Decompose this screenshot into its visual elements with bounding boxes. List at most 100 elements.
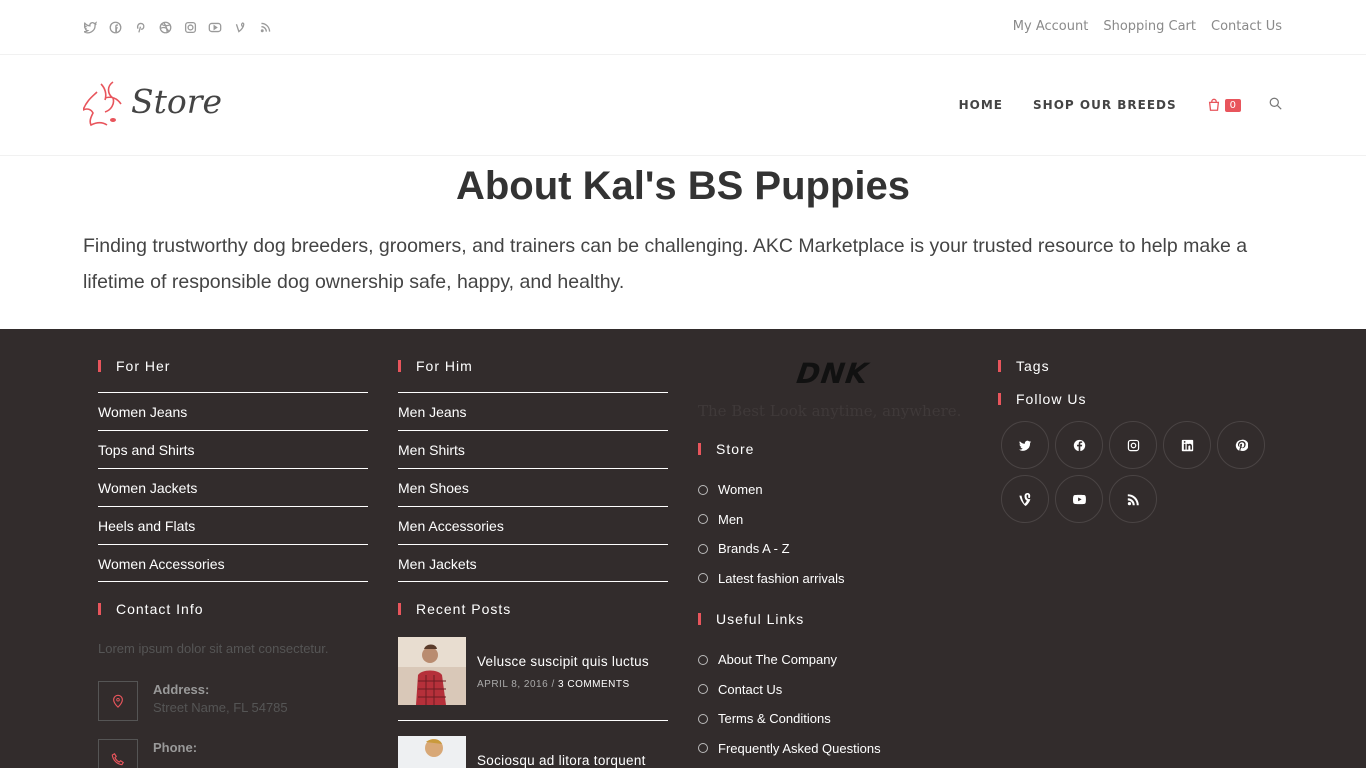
vine-icon[interactable] <box>233 20 247 34</box>
facebook-icon[interactable] <box>108 20 122 34</box>
twitter-icon[interactable] <box>83 20 97 34</box>
brand-tagline: The Best Look anytime, anywhere. <box>698 402 962 420</box>
circle-icon <box>698 543 708 554</box>
for-him-title: For Him <box>398 357 668 375</box>
post-meta: APRIL 8, 2016 / 3 COMMENTS <box>477 679 649 690</box>
list-item[interactable]: Men Jeans <box>398 392 668 430</box>
store-link[interactable]: Women <box>698 475 968 505</box>
contact-phone: Phone: <box>98 739 368 768</box>
useful-link[interactable]: Frequently Asked Questions <box>698 734 968 764</box>
contact-address: Address: Street Name, FL 54785 <box>98 681 368 721</box>
footer-col-4: Tags Follow Us <box>998 329 1268 523</box>
post-title[interactable]: Sociosqu ad litora torquent <box>477 753 646 768</box>
instagram-icon[interactable] <box>1109 421 1157 469</box>
list-item[interactable]: Women Accessories <box>98 544 368 582</box>
follow-us-title: Follow Us <box>998 390 1268 408</box>
logo-figure-icon <box>83 81 122 127</box>
post-date: APRIL 8, 2016 / <box>477 679 555 690</box>
site-footer: For Her Women Jeans Tops and Shirts Wome… <box>0 329 1366 768</box>
store-link[interactable]: Latest fashion arrivals <box>698 564 968 594</box>
search-icon <box>1269 97 1282 110</box>
list-item[interactable]: Men Shirts <box>398 430 668 468</box>
follow-us-icons <box>1001 421 1268 523</box>
dribbble-icon[interactable] <box>158 20 172 34</box>
store-link[interactable]: Men <box>698 505 968 535</box>
rss-icon[interactable] <box>258 20 272 34</box>
store-title: Store <box>698 440 968 458</box>
circle-icon <box>698 484 708 495</box>
dnk-logo-text: DNK <box>794 357 872 390</box>
post-title[interactable]: Velusce suscipit quis luctus <box>477 654 649 669</box>
location-icon <box>98 681 138 721</box>
footer-col-1: For Her Women Jeans Tops and Shirts Wome… <box>98 329 368 768</box>
recent-posts-title: Recent Posts <box>398 600 668 618</box>
vine-icon[interactable] <box>1001 475 1049 523</box>
twitter-icon[interactable] <box>1001 421 1049 469</box>
footer-brand-logo: DNK <box>698 357 968 390</box>
useful-links-title: Useful Links <box>698 610 968 628</box>
phone-label: Phone: <box>153 740 198 755</box>
youtube-icon[interactable] <box>208 20 222 34</box>
recent-post[interactable]: Velusce suscipit quis luctus APRIL 8, 20… <box>398 637 668 721</box>
for-her-title: For Her <box>98 357 368 375</box>
contact-intro: Lorem ipsum dolor sit amet consectetur. <box>98 641 329 656</box>
pinterest-icon[interactable] <box>133 20 147 34</box>
facebook-icon[interactable] <box>1055 421 1103 469</box>
list-item[interactable]: Men Shoes <box>398 468 668 506</box>
cart-button[interactable]: 0 <box>1207 98 1241 112</box>
instagram-icon[interactable] <box>183 20 197 34</box>
list-item[interactable]: Women Jackets <box>98 468 368 506</box>
linkedin-icon[interactable] <box>1163 421 1211 469</box>
circle-icon <box>698 573 708 584</box>
phone-icon <box>98 739 138 768</box>
store-links: Women Men Brands A - Z Latest fashion ar… <box>698 475 968 593</box>
site-logo[interactable]: Store <box>83 78 222 132</box>
footer-col-3: DNK The Best Look anytime, anywhere. Sto… <box>698 329 968 763</box>
circle-icon <box>698 514 708 525</box>
logo-text: Store <box>131 82 223 121</box>
tags-title: Tags <box>998 357 1268 375</box>
useful-link[interactable]: About The Company <box>698 645 968 675</box>
cart-count-badge: 0 <box>1224 98 1241 112</box>
footer-col-2: For Him Men Jeans Men Shirts Men Shoes M… <box>398 329 668 768</box>
site-header: Store HOME SHOP OUR BREEDS 0 <box>0 56 1366 156</box>
contact-info-title: Contact Info <box>98 600 368 618</box>
recent-post[interactable]: Sociosqu ad litora torquent <box>398 736 668 768</box>
list-item[interactable]: Tops and Shirts <box>98 430 368 468</box>
post-thumbnail[interactable] <box>398 736 466 768</box>
shopping-cart-link[interactable]: Shopping Cart <box>1103 19 1196 34</box>
page-title: About Kal's BS Puppies <box>455 164 910 208</box>
circle-icon <box>698 654 708 665</box>
list-item[interactable]: Heels and Flats <box>98 506 368 544</box>
nav-home[interactable]: HOME <box>959 98 1003 112</box>
list-item[interactable]: Women Jeans <box>98 392 368 430</box>
useful-links: About The Company Contact Us Terms & Con… <box>698 645 968 763</box>
post-comments-link[interactable]: 3 COMMENTS <box>558 679 630 690</box>
circle-icon <box>698 743 708 754</box>
top-social-icons <box>83 20 272 34</box>
search-button[interactable] <box>1269 97 1282 113</box>
main-nav: HOME SHOP OUR BREEDS 0 <box>929 97 1282 113</box>
top-links: My Account Shopping Cart Contact Us <box>1013 19 1282 34</box>
my-account-link[interactable]: My Account <box>1013 19 1089 34</box>
shopping-bag-icon <box>1208 98 1219 111</box>
youtube-icon[interactable] <box>1055 475 1103 523</box>
rss-icon[interactable] <box>1109 475 1157 523</box>
for-him-list: Men Jeans Men Shirts Men Shoes Men Acces… <box>398 392 668 582</box>
page-intro-text: Finding trustworthy dog breeders, groome… <box>83 235 1248 293</box>
top-bar: My Account Shopping Cart Contact Us <box>0 0 1366 55</box>
store-link[interactable]: Brands A - Z <box>698 534 968 564</box>
contact-us-link[interactable]: Contact Us <box>1211 19 1282 34</box>
address-label: Address: <box>153 682 210 697</box>
useful-link[interactable]: Terms & Conditions <box>698 704 968 734</box>
for-her-list: Women Jeans Tops and Shirts Women Jacket… <box>98 392 368 582</box>
post-thumbnail[interactable] <box>398 637 466 705</box>
list-item[interactable]: Men Accessories <box>398 506 668 544</box>
nav-shop-our-breeds[interactable]: SHOP OUR BREEDS <box>1033 98 1177 112</box>
circle-icon <box>698 684 708 695</box>
useful-link[interactable]: Contact Us <box>698 675 968 705</box>
address-value: Street Name, FL 54785 <box>153 700 288 715</box>
circle-icon <box>698 713 708 724</box>
pinterest-icon[interactable] <box>1217 421 1265 469</box>
list-item[interactable]: Men Jackets <box>398 544 668 582</box>
